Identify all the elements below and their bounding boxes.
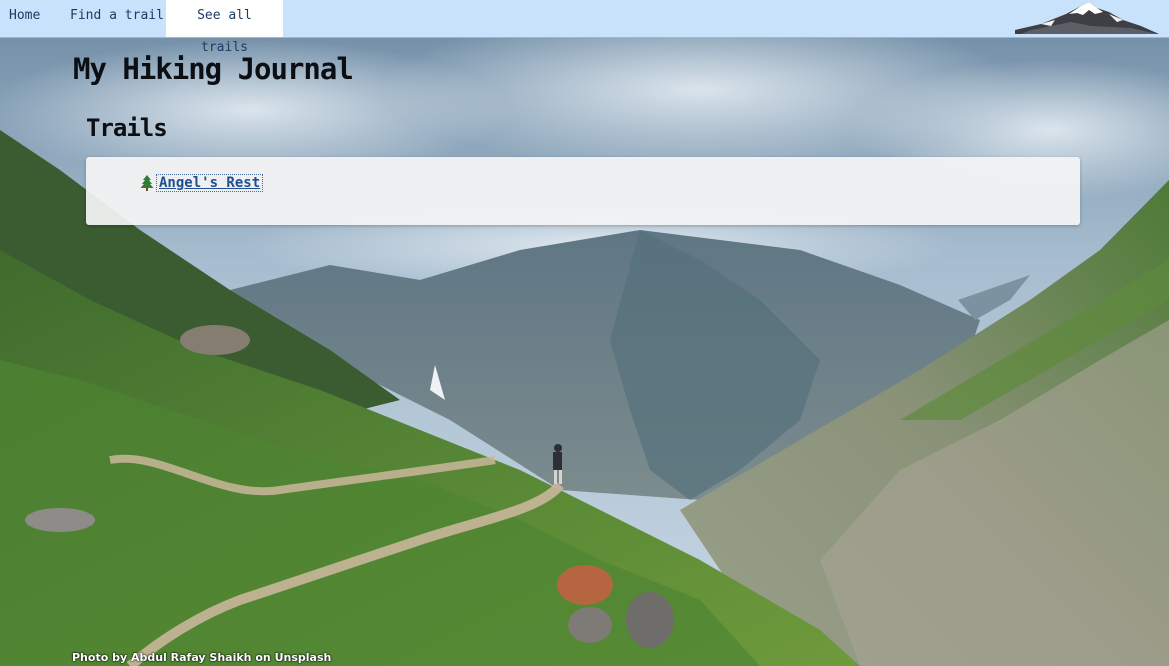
trail-link-angels-rest[interactable]: Angel's Rest — [155, 174, 264, 192]
photo-credit: Photo by Abdul Rafay Shaikh on Unsplash — [72, 651, 332, 664]
snow-mountain-logo-icon[interactable] — [1011, 0, 1161, 38]
background-landscape-image — [0, 0, 1169, 666]
evergreen-tree-icon — [140, 175, 154, 191]
nav-link-find-a-trail[interactable]: Find a trail — [61, 0, 173, 37]
trail-list-card: Angel's Rest — [86, 157, 1080, 225]
section-title-trails: Trails — [86, 114, 168, 142]
nav-link-see-all-trails[interactable]: See all trails — [166, 0, 283, 55]
top-navigation-bar: Home Find a trail See all trails — [0, 0, 1169, 55]
trail-list-item: Angel's Rest — [140, 174, 264, 192]
nav-link-home[interactable]: Home — [0, 0, 49, 37]
